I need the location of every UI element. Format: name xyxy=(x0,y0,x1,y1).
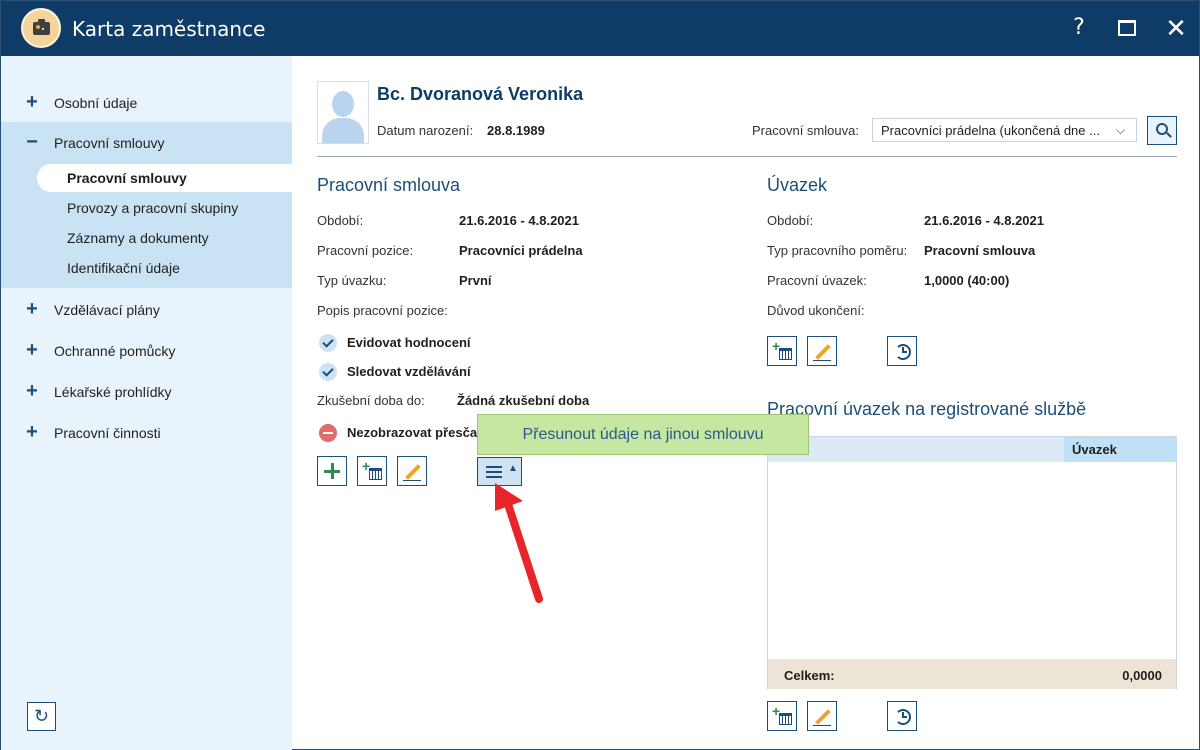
sidebar: + Osobní údaje − Pracovní smlouvy Pracov… xyxy=(1,56,292,750)
sidebar-item-label: Vzdělávací plány xyxy=(54,302,160,318)
maximize-button[interactable] xyxy=(1112,13,1142,43)
employee-name: Bc. Dvoranová Veronika xyxy=(377,84,584,104)
contract-section-title: Pracovní smlouva xyxy=(317,175,461,195)
sidebar-item-vzdelavaci-plany[interactable]: + Vzdělávací plány xyxy=(1,289,292,330)
total-value: 0,0000 xyxy=(1122,668,1162,683)
contract-select[interactable]: Pracovníci prádelna (ukončená dne ... ⌵ xyxy=(872,118,1137,142)
workload-section-title: Úvazek xyxy=(767,175,828,195)
dob-label: Datum narození: xyxy=(377,123,474,138)
annotation-arrow xyxy=(495,483,543,603)
pencil-icon xyxy=(405,464,421,480)
sidebar-item-ochranne-pomucky[interactable]: + Ochranné pomůcky xyxy=(1,330,292,371)
expand-icon: + xyxy=(26,339,38,361)
probation-label: Zkušební doba do: xyxy=(317,393,425,408)
sidebar-item-label: Osobní údaje xyxy=(54,95,138,111)
tooltip-move-data: Přesunout údaje na jinou smlouvu xyxy=(477,414,809,455)
termination-reason-label: Důvod ukončení: xyxy=(767,303,865,318)
close-button[interactable]: ✕ xyxy=(1161,13,1191,43)
title-bar: Karta zaměstnance ? ✕ xyxy=(1,1,1199,56)
table-header-workload[interactable]: Úvazek xyxy=(1064,437,1177,462)
employee-card-window: Karta zaměstnance ? ✕ + Osobní údaje − P… xyxy=(0,0,1200,750)
search-button[interactable] xyxy=(1147,116,1177,145)
employment-type-label: Typ pracovního poměru: xyxy=(767,243,908,258)
expand-icon: + xyxy=(26,298,38,320)
sidebar-item-label: Pracovní činnosti xyxy=(54,425,161,441)
sidebar-subitem-identifikacni-udaje[interactable]: Identifikační údaje xyxy=(37,254,292,282)
employee-card-icon xyxy=(21,8,61,48)
expand-icon: + xyxy=(26,380,38,402)
table-header-service[interactable]: v xyxy=(768,437,1064,462)
table-footer: Celkem: 0,0000 xyxy=(768,659,1176,689)
contract-type-label: Typ úvazku: xyxy=(317,273,387,288)
sidebar-item-lekarske-prohlidky[interactable]: + Lékařské prohlídky xyxy=(1,371,292,412)
sidebar-item-label: Ochranné pomůcky xyxy=(54,343,176,359)
sidebar-subitem-label: Záznamy a dokumenty xyxy=(67,230,209,246)
probation-value: Žádná zkušební doba xyxy=(457,393,590,408)
dob-value: 28.8.1989 xyxy=(487,123,545,138)
check-icon xyxy=(319,363,337,381)
workload-period-label: Období: xyxy=(767,213,814,228)
collapse-icon: − xyxy=(26,131,38,153)
workload-history-button[interactable] xyxy=(887,336,917,366)
sidebar-group-pracovni-smlouvy: − Pracovní smlouvy Pracovní smlouvy Prov… xyxy=(1,122,292,288)
chevron-down-icon: ⌵ xyxy=(1116,123,1126,137)
workload-period-value: 21.6.2016 - 4.8.2021 xyxy=(924,213,1044,228)
maximize-icon xyxy=(1118,20,1136,36)
sidebar-subitem-label: Pracovní smlouvy xyxy=(67,170,187,186)
evaluation-flag: Evidovat hodnocení xyxy=(347,335,471,350)
sidebar-item-osobni-udaje[interactable]: + Osobní údaje xyxy=(1,82,292,123)
pencil-icon xyxy=(815,709,831,725)
contract-position-value: Pracovníci prádelna xyxy=(459,243,583,258)
contract-select-label: Pracovní smlouva: xyxy=(752,123,859,138)
education-flag: Sledovat vzdělávání xyxy=(347,364,471,379)
contract-position-label: Pracovní pozice: xyxy=(317,243,414,258)
window-title: Karta zaměstnance xyxy=(72,17,266,41)
position-description-label: Popis pracovní pozice: xyxy=(317,303,448,318)
sidebar-subitem-label: Identifikační údaje xyxy=(67,260,180,276)
help-button[interactable]: ? xyxy=(1064,13,1094,43)
refresh-button[interactable]: ↻ xyxy=(27,702,56,731)
edit-registered-button[interactable] xyxy=(807,701,837,731)
refresh-icon: ↻ xyxy=(33,706,50,726)
registered-section-title: Pracovní úvazek na registrované službě xyxy=(767,399,1087,419)
overtime-flag: Nezobrazovat přesča xyxy=(347,425,478,440)
add-schedule-button[interactable]: + xyxy=(357,456,387,486)
employee-photo xyxy=(317,81,369,144)
add-contract-button[interactable] xyxy=(317,456,347,486)
registered-history-button[interactable] xyxy=(887,701,917,731)
contract-type-value: První xyxy=(459,273,492,288)
contract-period-label: Období: xyxy=(317,213,364,228)
pencil-icon xyxy=(815,344,831,360)
edit-workload-button[interactable] xyxy=(807,336,837,366)
sidebar-item-label: Pracovní smlouvy xyxy=(54,135,165,151)
add-workload-button[interactable]: + xyxy=(767,336,797,366)
contract-select-value: Pracovníci prádelna (ukončená dne ... xyxy=(881,123,1100,138)
edit-contract-button[interactable] xyxy=(397,456,427,486)
sidebar-subitem-pracovni-smlouvy[interactable]: Pracovní smlouvy xyxy=(37,164,292,192)
sidebar-subitem-provozy[interactable]: Provozy a pracovní skupiny xyxy=(37,194,292,222)
sidebar-subitem-zaznamy[interactable]: Záznamy a dokumenty xyxy=(37,224,292,252)
total-label: Celkem: xyxy=(784,668,835,683)
expand-icon: + xyxy=(26,421,38,443)
sidebar-subitem-label: Provozy a pracovní skupiny xyxy=(67,200,239,216)
header-divider xyxy=(317,156,1177,157)
workload-value: 1,0000 (40:00) xyxy=(924,273,1010,288)
workload-label: Pracovní úvazek: xyxy=(767,273,867,288)
employment-type-value: Pracovní smlouva xyxy=(924,243,1036,258)
sidebar-item-pracovni-cinnosti[interactable]: + Pracovní činnosti xyxy=(1,412,292,453)
sidebar-item-pracovni-smlouvy[interactable]: − Pracovní smlouvy xyxy=(1,122,292,163)
add-registered-button[interactable]: + xyxy=(767,701,797,731)
sidebar-item-label: Lékařské prohlídky xyxy=(54,384,172,400)
check-icon xyxy=(319,334,337,352)
minus-circle-icon xyxy=(319,424,337,442)
expand-icon: + xyxy=(26,91,38,113)
contract-period-value: 21.6.2016 - 4.8.2021 xyxy=(459,213,579,228)
registered-service-table: v Úvazek Celkem: 0,0000 xyxy=(767,436,1177,689)
